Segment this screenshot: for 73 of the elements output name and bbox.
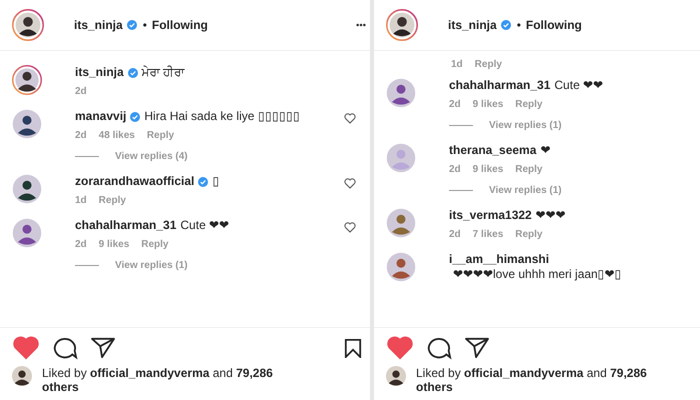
- avatar[interactable]: [12, 174, 42, 204]
- verified-icon: [500, 20, 511, 30]
- username[interactable]: therana_seema: [449, 143, 536, 158]
- following-label[interactable]: Following: [152, 18, 208, 32]
- username[interactable]: manavvij: [75, 109, 126, 124]
- heart-icon[interactable]: [344, 113, 356, 124]
- avatar[interactable]: [12, 109, 42, 139]
- username[interactable]: its_ninja: [74, 18, 123, 32]
- like-count[interactable]: 7 likes: [472, 229, 504, 240]
- avatar[interactable]: [12, 366, 32, 386]
- comment-time: 2d: [449, 229, 461, 240]
- send-icon[interactable]: [90, 337, 116, 359]
- bookmark-icon[interactable]: [344, 338, 362, 358]
- separator-dot: •: [142, 18, 147, 32]
- more-icon[interactable]: [356, 23, 366, 27]
- view-replies-link[interactable]: View replies (1): [489, 120, 562, 131]
- reply-link[interactable]: Reply: [474, 59, 502, 70]
- verified-icon: [130, 112, 140, 122]
- heart-icon[interactable]: [344, 222, 356, 233]
- comment-text: Cute ❤❤: [554, 78, 604, 93]
- heart-icon[interactable]: [386, 336, 414, 360]
- username[interactable]: its_ninja: [448, 18, 497, 32]
- comment-icon[interactable]: [52, 336, 78, 360]
- like-count[interactable]: 9 likes: [472, 164, 504, 175]
- comment-time: 1d: [451, 59, 463, 70]
- comment-time: 2d: [449, 99, 461, 110]
- comment-text: Cute ❤❤: [180, 218, 230, 233]
- username[interactable]: its_ninja: [75, 65, 124, 80]
- verified-icon: [128, 68, 138, 78]
- reply-link[interactable]: Reply: [515, 164, 542, 175]
- username[interactable]: its_verma1322: [449, 208, 532, 223]
- separator-dot: •: [516, 18, 521, 32]
- verified-icon: [126, 20, 137, 30]
- verified-icon: [198, 176, 208, 186]
- avatar[interactable]: [386, 9, 418, 41]
- following-label[interactable]: Following: [526, 18, 582, 32]
- view-replies-link[interactable]: View replies (4): [115, 151, 188, 162]
- avatar[interactable]: [386, 366, 406, 386]
- comment-time: 2d: [449, 164, 461, 175]
- avatar[interactable]: [12, 218, 42, 248]
- username[interactable]: i__am__himanshi: [449, 252, 550, 267]
- username[interactable]: chahalharman_31: [449, 78, 550, 93]
- username[interactable]: zorarandhawaofficial: [75, 174, 194, 189]
- reply-link[interactable]: Reply: [146, 130, 174, 141]
- comment-text: ਮੇਰਾ ਹੀਰਾ: [142, 65, 184, 80]
- send-icon[interactable]: [464, 337, 490, 359]
- view-replies-link[interactable]: View replies (1): [489, 185, 562, 196]
- comment-icon[interactable]: [426, 336, 452, 360]
- view-replies-link[interactable]: View replies (1): [115, 260, 188, 271]
- comment-time: 2d: [75, 86, 87, 97]
- comment-text: ❤❤❤: [536, 208, 566, 223]
- avatar[interactable]: [12, 65, 42, 95]
- reply-link[interactable]: Reply: [98, 195, 126, 206]
- comment-time: 2d: [75, 239, 87, 250]
- comment-text: ▯: [212, 174, 220, 189]
- like-count[interactable]: 48 likes: [98, 130, 135, 141]
- comment-time: 2d: [75, 130, 87, 141]
- reply-link[interactable]: Reply: [515, 99, 542, 110]
- reply-link[interactable]: Reply: [515, 229, 542, 240]
- heart-icon[interactable]: [344, 178, 356, 189]
- comment-text: ❤❤❤❤love uhhh meri jaan▯❤▯: [453, 267, 622, 282]
- avatar[interactable]: [386, 78, 416, 108]
- reply-link[interactable]: Reply: [141, 239, 168, 250]
- comment-text: Hira Hai sada ke liye ▯▯▯▯▯▯: [144, 109, 300, 124]
- liked-by-text: Liked by official_mandyverma and 79,286 others: [42, 366, 274, 394]
- avatar[interactable]: [12, 9, 44, 41]
- like-count[interactable]: 9 likes: [98, 239, 130, 250]
- username[interactable]: chahalharman_31: [75, 218, 176, 233]
- liked-by-text: Liked by official_mandyverma and 79,286 others: [416, 366, 648, 394]
- comment-time: 1d: [75, 195, 87, 206]
- heart-icon[interactable]: [12, 336, 40, 360]
- comment-text: ❤: [540, 143, 550, 158]
- like-count[interactable]: 9 likes: [472, 99, 504, 110]
